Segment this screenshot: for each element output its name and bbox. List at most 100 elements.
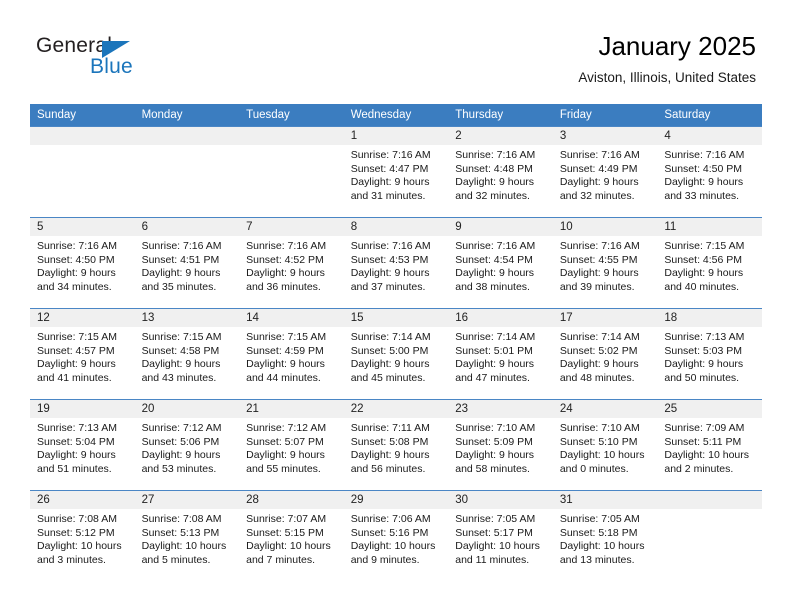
daylight-text: Daylight: 9 hours [455, 449, 535, 462]
calendar-day-cell[interactable]: 4 Sunrise: 7:16 AM Sunset: 4:50 PM Daylight… [657, 126, 762, 218]
calendar-day-cell[interactable]: 18 Sunrise: 7:13 AM Sunset: 5:03 PM Dayligh… [657, 308, 762, 400]
day-number: 20 [134, 400, 240, 418]
day-details: Sunrise: 7:05 AM Sunset: 5:17 PM Daylight:… [448, 509, 553, 567]
day-details: Sunrise: 7:15 AM Sunset: 4:58 PM Daylight:… [135, 327, 240, 385]
sunset-text: Sunset: 4:56 PM [664, 253, 743, 266]
calendar-day-cell[interactable]: 14 Sunrise: 7:15 AM Sunset: 4:59 PM Dayligh… [239, 308, 344, 400]
calendar-day-cell[interactable]: 21 Sunrise: 7:12 AM Sunset: 5:07 PM Dayligh… [239, 399, 344, 491]
calendar-day-cell[interactable]: 6 Sunrise: 7:16 AM Sunset: 4:51 PM Daylight… [134, 217, 240, 309]
calendar-day-cell[interactable]: 28 Sunrise: 7:07 AM Sunset: 5:15 PM Dayligh… [239, 490, 344, 581]
calendar-day-cell[interactable]: 22 Sunrise: 7:11 AM Sunset: 5:08 PM Dayligh… [343, 399, 449, 491]
calendar-day-cell[interactable]: 31 Sunrise: 7:05 AM Sunset: 5:18 PM Dayligh… [552, 490, 658, 581]
calendar-day-cell[interactable]: 13 Sunrise: 7:15 AM Sunset: 4:58 PM Dayligh… [134, 308, 240, 400]
daylight-text: Daylight: 10 hours [37, 540, 122, 553]
sunrise-text: Sunrise: 7:16 AM [246, 240, 327, 252]
calendar-day-cell[interactable]: 11 Sunrise: 7:15 AM Sunset: 4:56 PM Dayligh… [657, 217, 762, 309]
day-number: 25 [657, 400, 762, 418]
sunrise-text: Sunrise: 7:16 AM [559, 240, 640, 252]
calendar-day-cell[interactable]: 30 Sunrise: 7:05 AM Sunset: 5:17 PM Dayligh… [448, 490, 553, 581]
daylight-text: Daylight: 9 hours [455, 267, 535, 280]
day-details: Sunrise: 7:16 AM Sunset: 4:48 PM Daylight:… [448, 145, 553, 203]
sunrise-text: Sunrise: 7:15 AM [246, 331, 327, 343]
daylight-text: Daylight: 9 hours [559, 267, 639, 280]
sunset-text: Sunset: 4:51 PM [141, 253, 220, 266]
sunrise-text: Sunrise: 7:05 AM [559, 513, 640, 525]
calendar-day-cell[interactable]: 2 Sunrise: 7:16 AM Sunset: 4:48 PM Daylight… [448, 126, 553, 218]
weekday-header-tuesday: Tuesday [239, 104, 344, 127]
sunset-text: Sunset: 5:00 PM [350, 344, 429, 357]
sunset-text: Sunset: 4:47 PM [350, 162, 429, 175]
day-number: 24 [552, 400, 658, 418]
daylight-text: Daylight: 9 hours [664, 267, 744, 280]
day-details: Sunrise: 7:15 AM Sunset: 4:59 PM Daylight:… [239, 327, 344, 385]
calendar-day-cell[interactable]: 15 Sunrise: 7:14 AM Sunset: 5:00 PM Dayligh… [343, 308, 449, 400]
calendar-day-cell[interactable]: 5 Sunrise: 7:16 AM Sunset: 4:50 PM Daylight… [30, 217, 135, 309]
daylight-text-cont: and 2 minutes. [664, 462, 734, 475]
day-number: 16 [448, 309, 553, 327]
day-details: Sunrise: 7:12 AM Sunset: 5:06 PM Daylight:… [135, 418, 240, 476]
calendar-day-cell[interactable]: 26 Sunrise: 7:08 AM Sunset: 5:12 PM Dayligh… [30, 490, 135, 581]
weekday-header-monday: Monday [134, 104, 240, 127]
sunrise-text: Sunrise: 7:13 AM [664, 331, 745, 343]
daylight-text-cont: and 31 minutes. [350, 189, 426, 202]
day-number: 7 [239, 218, 344, 236]
sunrise-text: Sunrise: 7:09 AM [664, 422, 745, 434]
sunset-text: Sunset: 4:55 PM [559, 253, 638, 266]
day-details: Sunrise: 7:16 AM Sunset: 4:55 PM Daylight:… [553, 236, 658, 294]
day-number: 6 [134, 218, 240, 236]
day-details: Sunrise: 7:16 AM Sunset: 4:47 PM Daylight:… [344, 145, 449, 203]
day-number: 4 [657, 127, 762, 145]
day-number: 27 [134, 491, 240, 509]
day-details: Sunrise: 7:07 AM Sunset: 5:15 PM Daylight:… [239, 509, 344, 567]
daylight-text-cont: and 55 minutes. [246, 462, 321, 475]
daylight-text: Daylight: 10 hours [350, 540, 436, 553]
day-number: 18 [657, 309, 762, 327]
daylight-text: Daylight: 9 hours [664, 358, 744, 371]
calendar-day-cell[interactable]: 23 Sunrise: 7:10 AM Sunset: 5:09 PM Dayligh… [448, 399, 553, 491]
calendar-day-cell[interactable]: 27 Sunrise: 7:08 AM Sunset: 5:13 PM Dayligh… [134, 490, 240, 581]
sunset-text: Sunset: 5:10 PM [559, 435, 638, 448]
daylight-text: Daylight: 9 hours [246, 358, 325, 371]
sunrise-text: Sunrise: 7:12 AM [141, 422, 222, 434]
sunrise-text: Sunrise: 7:16 AM [664, 149, 745, 161]
daylight-text-cont: and 58 minutes. [455, 462, 530, 475]
day-number: 8 [343, 218, 449, 236]
calendar-day-cell[interactable]: 25 Sunrise: 7:09 AM Sunset: 5:11 PM Dayligh… [657, 399, 762, 491]
calendar-day-cell[interactable]: 19 Sunrise: 7:13 AM Sunset: 5:04 PM Dayligh… [30, 399, 135, 491]
sunrise-text: Sunrise: 7:11 AM [350, 422, 430, 434]
daylight-text: Daylight: 9 hours [559, 176, 639, 189]
calendar-day-cell[interactable]: 17 Sunrise: 7:14 AM Sunset: 5:02 PM Dayligh… [552, 308, 658, 400]
day-number: 13 [134, 309, 240, 327]
calendar-day-cell[interactable]: 1 Sunrise: 7:16 AM Sunset: 4:47 PM Daylight… [343, 126, 449, 218]
sunset-text: Sunset: 5:09 PM [455, 435, 533, 448]
sunrise-text: Sunrise: 7:15 AM [37, 331, 117, 343]
sunrise-text: Sunrise: 7:14 AM [455, 331, 536, 343]
calendar-day-cell[interactable]: 29 Sunrise: 7:06 AM Sunset: 5:16 PM Dayligh… [343, 490, 449, 581]
calendar-day-cell[interactable]: 3 Sunrise: 7:16 AM Sunset: 4:49 PM Daylight… [552, 126, 658, 218]
day-number: 26 [30, 491, 135, 509]
sunset-text: Sunset: 4:50 PM [37, 253, 115, 266]
calendar-day-cell[interactable]: 7 Sunrise: 7:16 AM Sunset: 4:52 PM Daylight… [239, 217, 344, 309]
calendar-day-cell[interactable]: 10 Sunrise: 7:16 AM Sunset: 4:55 PM Dayligh… [552, 217, 658, 309]
calendar-day-cell-empty [134, 126, 240, 218]
calendar-day-cell[interactable]: 8 Sunrise: 7:16 AM Sunset: 4:53 PM Daylight… [343, 217, 449, 309]
daylight-text: Daylight: 9 hours [37, 267, 116, 280]
calendar-day-cell[interactable]: 20 Sunrise: 7:12 AM Sunset: 5:06 PM Dayligh… [134, 399, 240, 491]
sunrise-text: Sunrise: 7:16 AM [455, 149, 536, 161]
sunset-text: Sunset: 4:59 PM [246, 344, 324, 357]
calendar-table: Sunday Monday Tuesday Wednesday Thursday… [30, 104, 762, 581]
calendar-day-cell[interactable]: 16 Sunrise: 7:14 AM Sunset: 5:01 PM Dayligh… [448, 308, 553, 400]
day-details: Sunrise: 7:16 AM Sunset: 4:54 PM Daylight:… [448, 236, 553, 294]
brand-logo[interactable]: General Blue [36, 34, 236, 88]
daylight-text: Daylight: 10 hours [141, 540, 227, 553]
day-number: 2 [448, 127, 553, 145]
calendar-day-cell[interactable]: 24 Sunrise: 7:10 AM Sunset: 5:10 PM Dayligh… [552, 399, 658, 491]
daylight-text-cont: and 56 minutes. [350, 462, 426, 475]
day-details: Sunrise: 7:14 AM Sunset: 5:02 PM Daylight:… [553, 327, 658, 385]
calendar-day-cell[interactable]: 9 Sunrise: 7:16 AM Sunset: 4:54 PM Daylight… [448, 217, 553, 309]
day-number: 3 [552, 127, 658, 145]
weekday-header-saturday: Saturday [657, 104, 762, 127]
calendar-day-cell[interactable]: 12 Sunrise: 7:15 AM Sunset: 4:57 PM Dayligh… [30, 308, 135, 400]
daylight-text-cont: and 51 minutes. [37, 462, 112, 475]
sunset-text: Sunset: 4:58 PM [141, 344, 220, 357]
